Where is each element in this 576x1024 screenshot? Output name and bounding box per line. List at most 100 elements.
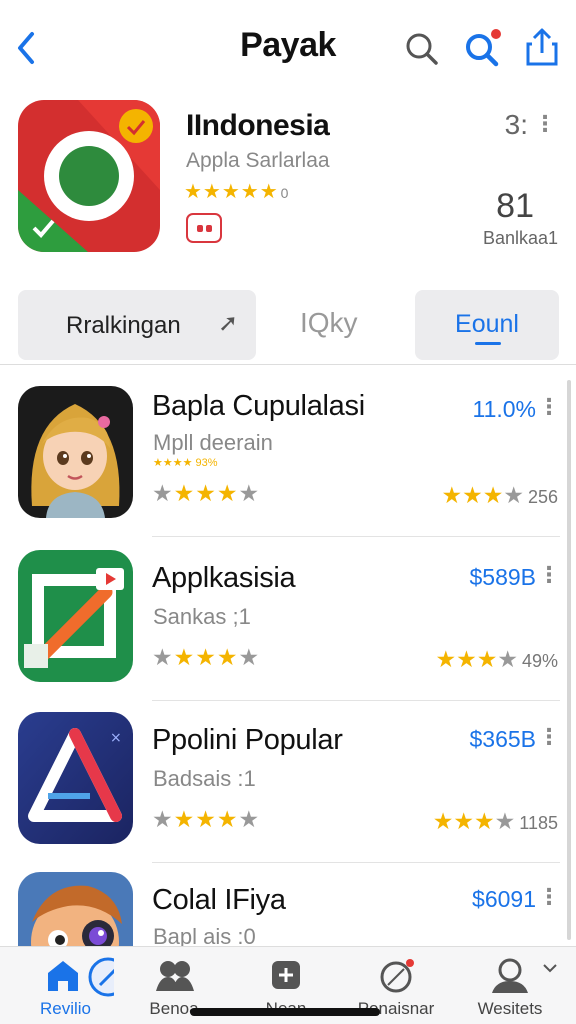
- secondary-rating: ★★★★ 256: [441, 482, 558, 509]
- app-name: Bapla Cupulalasi: [152, 390, 365, 422]
- app-subtitle: Sankas ;1: [153, 604, 251, 629]
- nav-label: Revilio: [40, 999, 92, 1018]
- row-divider: [152, 700, 560, 701]
- star-icon: ★: [173, 480, 196, 506]
- arrow-icon: ➚: [218, 310, 239, 337]
- app-subtitle: Bapl ais :0: [153, 924, 256, 946]
- plus-square-icon: [236, 955, 336, 999]
- app-name: Colal IFiya: [152, 884, 286, 916]
- tab-bar: Rralkingan ➚ IQky Eounl: [0, 285, 576, 365]
- featured-app-name: IIndonesia: [186, 109, 330, 142]
- app-name: Applkasisia: [152, 562, 296, 594]
- tab-label: Eounl: [455, 310, 519, 338]
- rating-suffix: 0: [280, 185, 290, 201]
- triangle-logo-app-icon[interactable]: ×: [18, 712, 133, 844]
- nav-item-revilio[interactable]: Revilio: [14, 955, 128, 1021]
- tab-ranking[interactable]: Rralkingan ➚: [18, 290, 256, 360]
- star-icon: ★: [216, 480, 239, 506]
- people-icon: [124, 955, 224, 999]
- rating-stars: ★★★★★: [184, 181, 279, 203]
- app-list: Bapla Cupulalasi Mpll deerain ★★★★ 93% ★…: [0, 366, 576, 946]
- tab-eounl[interactable]: Eounl: [415, 290, 559, 360]
- list-item[interactable]: Bapla Cupulalasi Mpll deerain ★★★★ 93% ★…: [0, 386, 560, 550]
- mini-rating: ★★★★ 93%: [153, 457, 218, 469]
- star-icon: ★: [441, 482, 463, 508]
- nav-label: Wesitets: [477, 999, 543, 1018]
- nav-item-wesitets[interactable]: Wesitets: [460, 955, 560, 1021]
- featured-app-icon[interactable]: [18, 100, 160, 252]
- home-icon: [14, 955, 128, 999]
- star-icon: ★: [173, 644, 196, 670]
- svg-text:×: ×: [110, 730, 122, 746]
- star-icon: ★: [152, 644, 174, 670]
- star-icon: ★: [435, 646, 457, 672]
- video-badge-icon[interactable]: [186, 213, 222, 243]
- featured-app-rating: ★★★★★ 0: [184, 179, 289, 204]
- star-icon: ★: [238, 644, 261, 670]
- featured-top-value: 3:: [504, 109, 528, 140]
- rating-count: 1185: [519, 813, 558, 833]
- search-notification-icon[interactable]: [460, 26, 504, 70]
- star-icon: ★: [432, 808, 454, 834]
- app-price[interactable]: $589B: [469, 564, 536, 591]
- star-icon: ★: [195, 480, 217, 506]
- star-icon: ★: [238, 806, 261, 832]
- featured-app-subtitle: Appla Sarlarlaa: [186, 149, 330, 172]
- star-icon: ★: [152, 806, 174, 832]
- tab-label: Rralkingan: [66, 312, 181, 339]
- cartoon-character-app-icon[interactable]: [18, 872, 133, 946]
- profile-icon: [460, 955, 560, 999]
- more-options-icon[interactable]: ⋮: [538, 886, 560, 908]
- star-icon: ★: [494, 808, 516, 834]
- app-subtitle: Mpll deerain: [153, 430, 273, 455]
- star-rating: ★★★★★: [152, 806, 260, 833]
- header: Payak: [0, 0, 576, 95]
- star-icon: ★: [195, 644, 217, 670]
- more-options-icon[interactable]: ⋮: [538, 726, 560, 748]
- star-icon: ★: [456, 646, 477, 672]
- row-divider: [152, 862, 560, 863]
- star-icon: ★: [497, 646, 518, 672]
- star-icon: ★: [476, 646, 498, 672]
- rating-count: 49%: [521, 651, 558, 671]
- share-icon[interactable]: [520, 26, 564, 70]
- list-item[interactable]: Applkasisia Sankas ;1 ★★★★★ $589B ⋮ ★★★★…: [0, 550, 560, 714]
- star-icon: ★: [152, 480, 174, 506]
- star-icon: ★: [216, 644, 239, 670]
- list-item[interactable]: × Ppolini Popular Badsais :1 ★★★★★ $365B…: [0, 712, 560, 876]
- girl-avatar-app-icon[interactable]: [18, 386, 133, 518]
- secondary-rating: ★★★★ 49%: [435, 646, 558, 673]
- star-icon: ★: [238, 480, 261, 506]
- rating-count: 256: [527, 487, 558, 507]
- secondary-rating: ★★★★ 1185: [433, 808, 558, 835]
- list-item[interactable]: Colal IFiya Bapl ais :0 $6091 ⋮: [0, 872, 560, 946]
- app-subtitle: Badsais :1: [153, 766, 256, 791]
- featured-caption: Banlkaa1: [482, 228, 558, 248]
- star-rating: ★★★★★: [152, 480, 260, 507]
- star-icon: ★: [216, 806, 239, 832]
- app-name: Ppolini Popular: [152, 724, 343, 756]
- star-icon: ★: [195, 806, 217, 832]
- app-price[interactable]: $365B: [469, 726, 536, 753]
- app-price[interactable]: 11.0%: [472, 396, 536, 423]
- tab-iqky[interactable]: IQky: [300, 307, 358, 339]
- star-icon: ★: [503, 482, 524, 508]
- star-icon: ★: [453, 808, 475, 834]
- search-icon[interactable]: [400, 26, 444, 70]
- star-rating: ★★★★★: [152, 644, 260, 671]
- arrow-frame-app-icon[interactable]: [18, 550, 133, 682]
- featured-app[interactable]: IIndonesia Appla Sarlarlaa ★★★★★ 0 3: ⋮ 8…: [0, 95, 576, 275]
- more-options-icon[interactable]: ⋮: [534, 113, 556, 135]
- more-options-icon[interactable]: ⋮: [538, 564, 560, 586]
- featured-count: 81: [496, 187, 534, 225]
- home-indicator: [190, 1008, 380, 1016]
- star-icon: ★: [173, 806, 196, 832]
- more-options-icon[interactable]: ⋮: [538, 396, 560, 418]
- star-icon: ★: [462, 482, 483, 508]
- star-icon: ★: [474, 808, 495, 834]
- app-price[interactable]: $6091: [472, 886, 536, 913]
- scrollbar[interactable]: [567, 380, 571, 940]
- active-tab-indicator: [475, 342, 501, 345]
- divider: [0, 364, 576, 365]
- notification-ring-icon: [346, 955, 446, 999]
